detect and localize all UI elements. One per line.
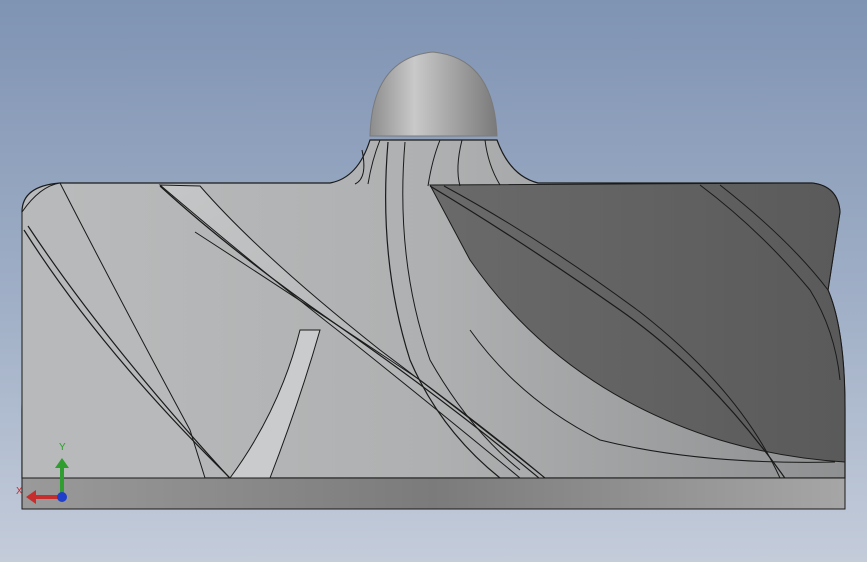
triad-z-axis bbox=[57, 492, 67, 502]
nose-cone bbox=[369, 51, 498, 137]
graphics-viewport[interactable]: Y X bbox=[0, 0, 867, 562]
triad-y-label: Y bbox=[59, 442, 66, 453]
base-plate bbox=[21, 477, 846, 510]
impeller-model[interactable] bbox=[0, 0, 867, 562]
triad-x-label: X bbox=[16, 486, 23, 497]
